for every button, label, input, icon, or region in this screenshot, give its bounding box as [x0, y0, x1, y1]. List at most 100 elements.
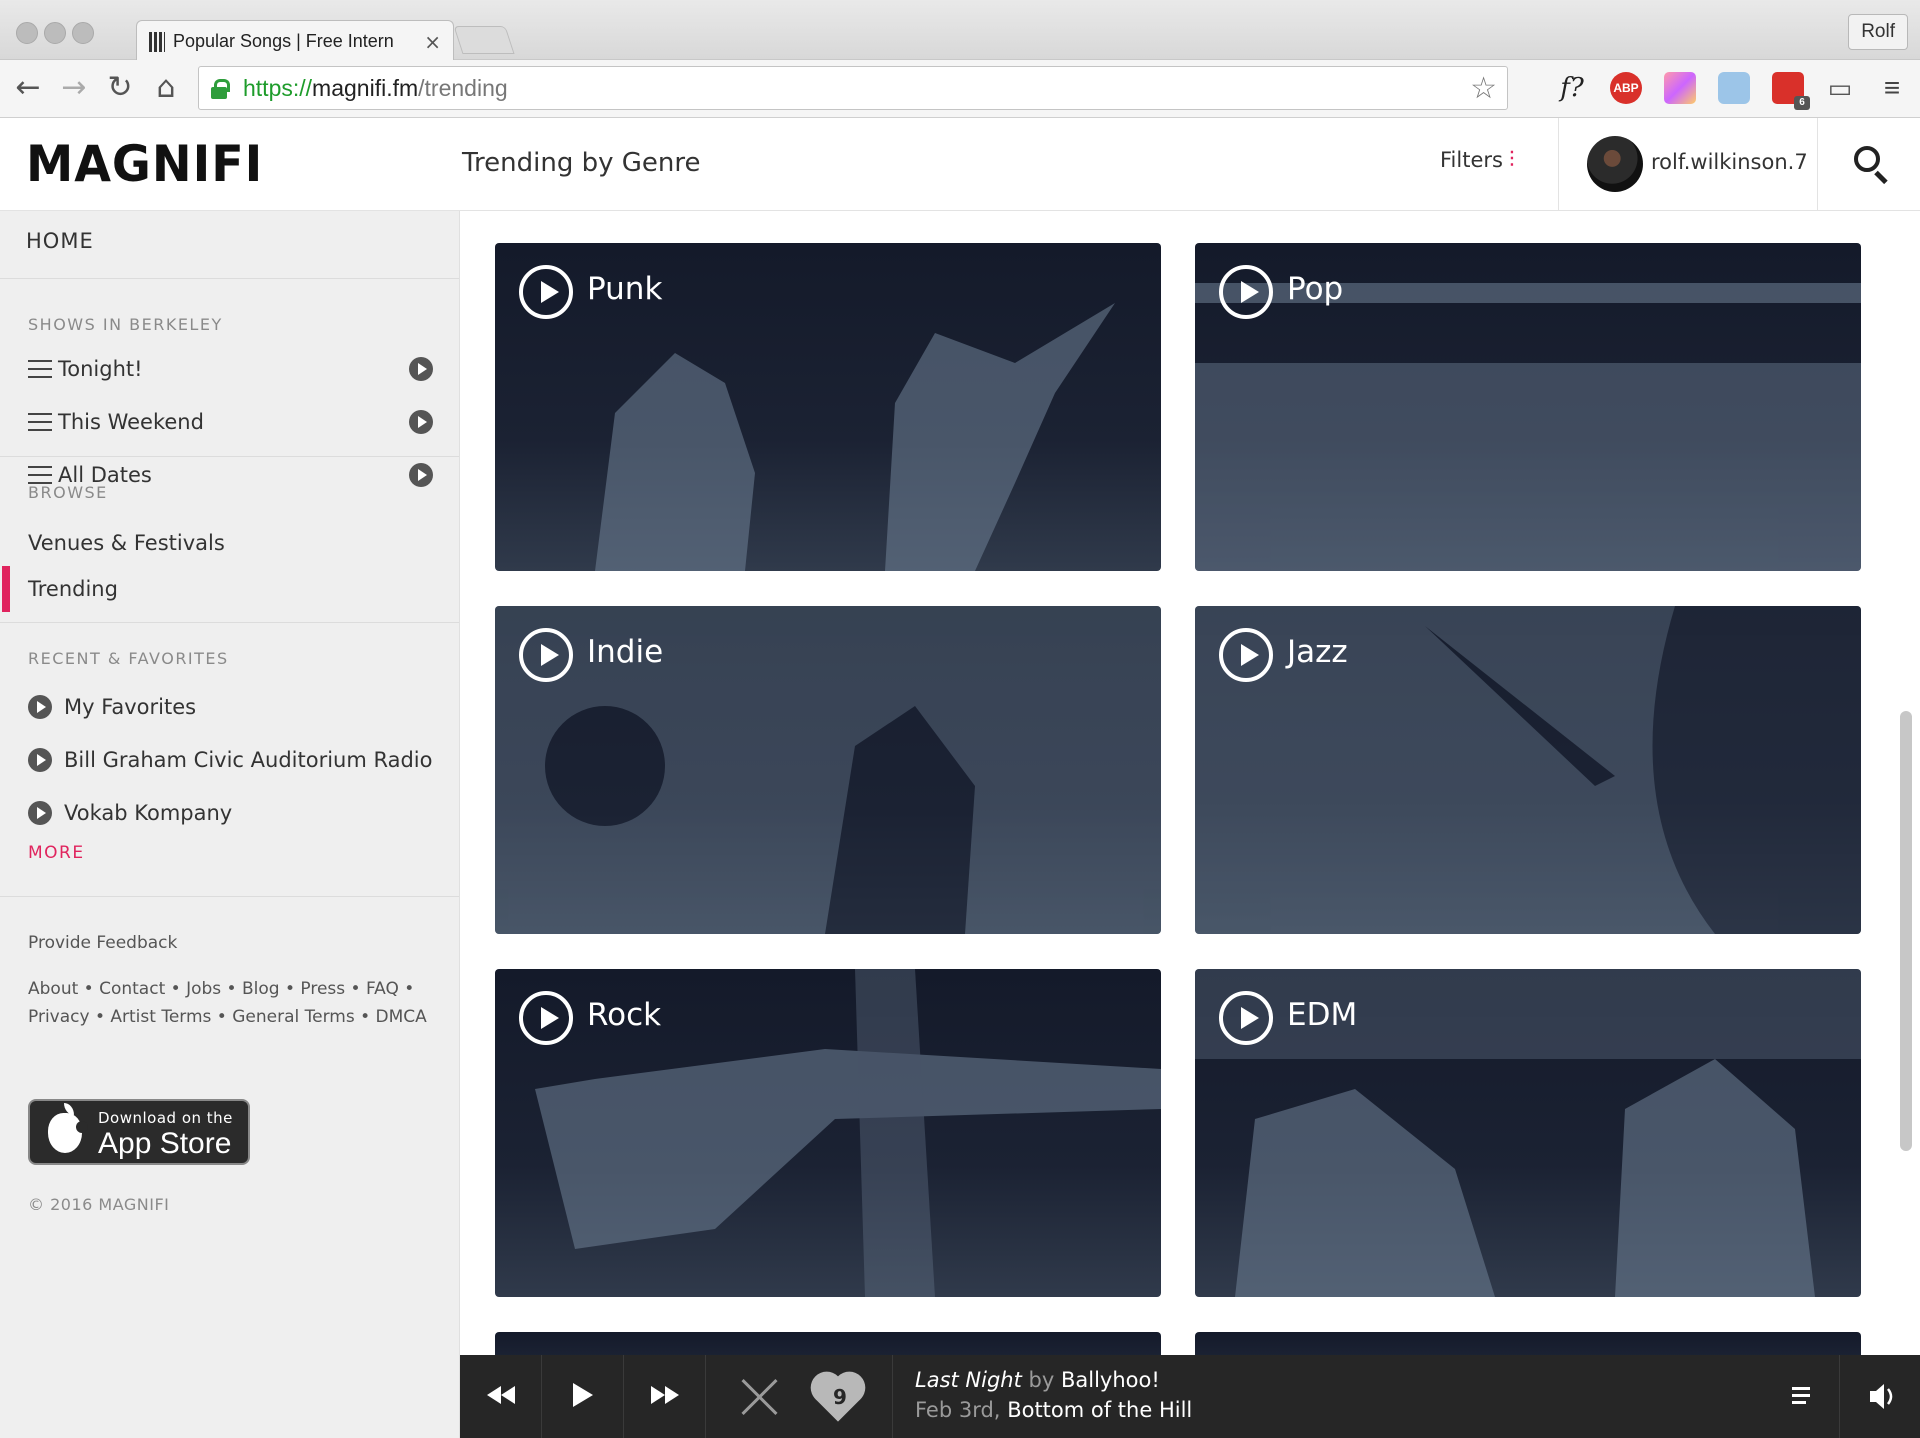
- scrollbar-thumb[interactable]: [1900, 711, 1912, 1151]
- play-circle-icon[interactable]: [1219, 628, 1273, 682]
- magnifi-favicon-icon: [149, 31, 165, 52]
- sidebar-item-tonight[interactable]: Tonight!: [0, 342, 459, 395]
- queue-icon[interactable]: [1770, 1355, 1840, 1438]
- sidebar-item-trending[interactable]: Trending: [0, 566, 459, 612]
- cast-icon[interactable]: ▭: [1824, 72, 1856, 104]
- url-text[interactable]: https://magnifi.fm/trending: [243, 75, 508, 102]
- browser-tab[interactable]: Popular Songs | Free Intern ×: [136, 20, 454, 62]
- genre-card-jazz[interactable]: Jazz: [1195, 606, 1861, 934]
- play-circle-icon[interactable]: [1219, 265, 1273, 319]
- show-venue[interactable]: Bottom of the Hill: [1007, 1398, 1192, 1422]
- track-artist[interactable]: Ballyhoo!: [1061, 1368, 1160, 1392]
- adblock-extension-icon[interactable]: ABP: [1610, 72, 1642, 104]
- magnifi-logo[interactable]: MAGNIFI: [26, 136, 263, 192]
- zoom-window-button[interactable]: [72, 22, 94, 44]
- appstore-big-text: App Store: [98, 1127, 232, 1160]
- dislike-x-icon[interactable]: [740, 1377, 780, 1417]
- active-indicator: [2, 566, 10, 612]
- sidebar-item-venues-festivals[interactable]: Venues & Festivals: [0, 520, 459, 566]
- audio-player: 9 Last Night by Ballyhoo! Feb 3rd, Botto…: [460, 1355, 1920, 1438]
- home-icon[interactable]: ⌂: [148, 70, 184, 106]
- shows-heading: SHOWS IN BERKELEY: [28, 315, 223, 334]
- genre-card-punk[interactable]: Punk: [495, 243, 1161, 571]
- secure-lock-icon: [211, 79, 230, 99]
- sliders-icon: ⫶: [1508, 148, 1515, 173]
- avatar[interactable]: [1587, 136, 1643, 192]
- minimize-window-button[interactable]: [44, 22, 66, 44]
- play-circle-icon[interactable]: [519, 265, 573, 319]
- search-button[interactable]: [1818, 118, 1920, 211]
- genre-card-rock[interactable]: Rock: [495, 969, 1161, 1297]
- list-icon: [28, 359, 52, 379]
- sidebar-item-home[interactable]: HOME: [0, 211, 459, 279]
- recent-heading: RECENT & FAVORITES: [28, 649, 229, 668]
- new-tab-button[interactable]: [453, 26, 515, 54]
- bookmark-star-icon[interactable]: ☆: [1470, 71, 1497, 106]
- genre-card-edm[interactable]: EDM: [1195, 969, 1861, 1297]
- browser-profile-button[interactable]: Rolf: [1848, 14, 1908, 50]
- close-window-button[interactable]: [16, 22, 38, 44]
- filters-label: Filters: [1440, 148, 1503, 172]
- sidebar-item-bill-graham-radio[interactable]: Bill Graham Civic Auditorium Radio: [0, 733, 459, 786]
- apple-icon: [48, 1103, 88, 1153]
- rewind-icon: [486, 1385, 515, 1408]
- genre-title: Pop: [1287, 271, 1344, 307]
- play-icon[interactable]: [409, 409, 433, 434]
- address-bar[interactable]: https://magnifi.fm/trending ☆: [198, 66, 1508, 110]
- sidebar-item-label: Vokab Kompany: [64, 800, 233, 825]
- like-button[interactable]: 9: [815, 1375, 864, 1422]
- sidebar-item-label: This Weekend: [58, 409, 204, 434]
- like-count: 9: [833, 1385, 847, 1409]
- more-link[interactable]: MORE: [0, 843, 459, 863]
- list-icon: [28, 412, 52, 432]
- color-extension-icon[interactable]: [1664, 72, 1696, 104]
- genre-title: Indie: [587, 634, 664, 670]
- track-title[interactable]: Last Night: [915, 1368, 1022, 1392]
- browser-menu-icon[interactable]: ≡: [1876, 72, 1908, 104]
- volume-icon[interactable]: [1840, 1355, 1920, 1438]
- show-date: Feb 3rd,: [915, 1398, 1001, 1422]
- fast-forward-icon: [650, 1385, 679, 1408]
- forward-arrow-icon[interactable]: →: [56, 70, 92, 106]
- camera-extension-icon[interactable]: [1718, 72, 1750, 104]
- footer-links-line-1[interactable]: About • Contact • Jobs • Blog • Press • …: [0, 975, 459, 1003]
- now-playing-info[interactable]: Last Night by Ballyhoo! Feb 3rd, Bottom …: [915, 1365, 1192, 1425]
- rewind-button[interactable]: [460, 1355, 542, 1438]
- app-store-badge[interactable]: Download on the App Store: [28, 1099, 250, 1165]
- puzzle-extension-icon[interactable]: 6: [1772, 72, 1810, 110]
- sidebar-item-this-weekend[interactable]: This Weekend: [0, 395, 459, 448]
- fontface-extension-icon[interactable]: f?: [1556, 72, 1588, 104]
- browser-titlebar: Popular Songs | Free Intern × Rolf: [0, 0, 1920, 62]
- filters-button[interactable]: Filters ⫶: [1440, 148, 1514, 173]
- provide-feedback-link[interactable]: Provide Feedback: [0, 929, 459, 957]
- user-menu[interactable]: rolf.wilkinson.7: [1558, 118, 1818, 211]
- copyright: © 2016 MAGNIFI: [28, 1195, 170, 1214]
- play-icon[interactable]: [28, 800, 52, 825]
- genre-title: Punk: [587, 271, 663, 307]
- app-header: MAGNIFI Trending by Genre Filters ⫶ rolf.…: [0, 118, 1920, 211]
- play-button[interactable]: [542, 1355, 624, 1438]
- recent-section: RECENT & FAVORITES My Favorites Bill Gra…: [0, 623, 459, 897]
- shows-section: SHOWS IN BERKELEY Tonight! This Weekend …: [0, 279, 459, 487]
- back-arrow-icon[interactable]: ←: [10, 70, 46, 106]
- username[interactable]: rolf.wilkinson.7: [1651, 150, 1808, 174]
- sidebar-item-my-favorites[interactable]: My Favorites: [0, 680, 459, 733]
- sidebar-item-label: My Favorites: [64, 694, 197, 719]
- play-icon[interactable]: [28, 747, 52, 772]
- genre-card-indie[interactable]: Indie: [495, 606, 1161, 934]
- play-circle-icon[interactable]: [1219, 991, 1273, 1045]
- browse-section: BROWSE Venues & Festivals Trending: [0, 457, 459, 623]
- fast-forward-button[interactable]: [624, 1355, 706, 1438]
- genre-title: EDM: [1287, 997, 1358, 1033]
- footer-links-line-2[interactable]: Privacy • Artist Terms • General Terms •…: [0, 1003, 459, 1031]
- tab-close-icon[interactable]: ×: [424, 30, 441, 54]
- sidebar-item-label: Tonight!: [58, 356, 143, 381]
- track-by: by: [1028, 1368, 1055, 1392]
- play-icon[interactable]: [28, 694, 52, 719]
- play-icon[interactable]: [409, 356, 433, 381]
- play-circle-icon[interactable]: [519, 991, 573, 1045]
- play-circle-icon[interactable]: [519, 628, 573, 682]
- sidebar-item-vokab-kompany[interactable]: Vokab Kompany: [0, 786, 459, 839]
- genre-card-pop[interactable]: Pop: [1195, 243, 1861, 571]
- reload-icon[interactable]: ↻: [102, 70, 138, 106]
